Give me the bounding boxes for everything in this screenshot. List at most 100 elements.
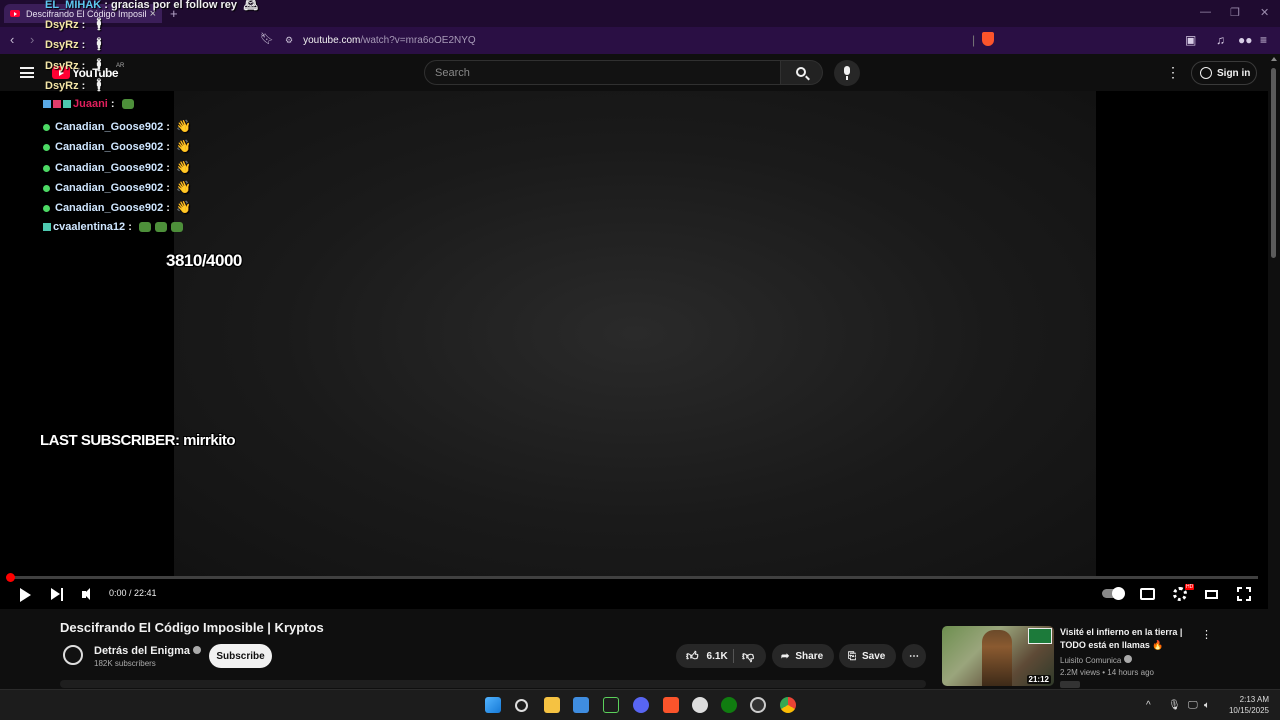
recommendation-thumbnail[interactable]: 21:12	[942, 626, 1054, 686]
frog-emote-icon	[154, 222, 167, 233]
status-dot-icon	[43, 204, 50, 212]
site-info-icon[interactable]: ⚙	[285, 35, 293, 46]
channel-name[interactable]: Detrás del Enigma	[94, 645, 201, 657]
wave-emote-icon: 👋	[176, 160, 191, 174]
settings-kebab-icon[interactable]: ⋮	[1166, 64, 1180, 81]
youtube-favicon-icon	[10, 10, 20, 17]
search-icon	[796, 67, 806, 77]
description-box[interactable]	[60, 680, 926, 688]
minimize-icon[interactable]: —	[1200, 6, 1211, 18]
chrome-icon[interactable]	[780, 697, 796, 713]
sign-in-button[interactable]: Sign in	[1191, 61, 1257, 85]
channel-avatar[interactable]	[63, 645, 83, 665]
forward-icon[interactable]: ›	[30, 32, 34, 47]
more-actions-button[interactable]: ⋯	[902, 644, 926, 668]
screen: Descifrando El Código Imposible × + — ❐ …	[0, 0, 1280, 720]
taskbar-clock[interactable]: 2:13 AM 10/15/2025	[1227, 694, 1269, 716]
theater-mode-icon[interactable]	[1205, 590, 1218, 599]
menu-icon[interactable]: ≡	[1260, 33, 1267, 47]
recommendation-title[interactable]: Visité el infierno en la tierra | TODO e…	[1060, 626, 1190, 652]
save-button[interactable]: ⎘ Save	[839, 644, 896, 668]
subscribe-button[interactable]: Subscribe	[209, 644, 272, 668]
tray-overflow-icon[interactable]: ^	[1146, 700, 1151, 711]
video-duration: 21:12	[1026, 675, 1051, 684]
recommendation-channel[interactable]: Luisito Comunica	[1060, 655, 1133, 665]
start-icon[interactable]	[485, 697, 501, 713]
dislike-icon[interactable]: 👎︎	[742, 649, 754, 664]
xbox-icon[interactable]	[721, 697, 737, 713]
chat-separator: :	[163, 141, 173, 153]
music-icon[interactable]: ♫	[1216, 33, 1225, 47]
bookmark-icon[interactable]: 🔖︎	[260, 32, 274, 45]
channel-name-text: Detrás del Enigma	[94, 645, 190, 657]
maximize-icon[interactable]: ❐	[1230, 6, 1240, 19]
captions-icon[interactable]	[1140, 588, 1155, 600]
scrubber-handle[interactable]	[6, 573, 15, 582]
url-text[interactable]: youtube.com/watch?v=mra6oOE2NYQ	[303, 35, 476, 46]
browser-toolbar: ‹ › 🔖︎ ⚙ youtube.com/watch?v=mra6oOE2NYQ…	[0, 27, 1280, 54]
recommendation-menu-icon[interactable]: ⋮	[1201, 628, 1212, 641]
file-explorer-icon[interactable]	[544, 697, 560, 713]
clock-date: 10/15/2025	[1228, 706, 1269, 715]
video-frame[interactable]	[174, 91, 1096, 576]
emote-icon: 🕰︎	[243, 0, 259, 11]
chat-row: Canadian_Goose902 : 👋	[43, 139, 191, 153]
network-icon[interactable]: 🖵︎	[1188, 700, 1198, 711]
brave-shield-icon[interactable]	[982, 32, 994, 46]
chat-badge-icon	[43, 223, 51, 232]
chat-user: Canadian_Goose902	[55, 141, 164, 153]
store-icon[interactable]	[573, 697, 589, 713]
emote-icon: 🕴︎	[91, 58, 107, 72]
search-button[interactable]	[781, 60, 823, 85]
status-dot-icon	[43, 164, 50, 172]
chat-row: Canadian_Goose902 : 👋	[43, 200, 191, 214]
more-icon: ⋯	[909, 650, 919, 662]
volume-icon[interactable]	[82, 588, 96, 601]
close-window-icon[interactable]: ✕	[1260, 6, 1269, 19]
progress-bar[interactable]	[10, 576, 1258, 579]
fullscreen-icon[interactable]	[1236, 586, 1252, 602]
account-icon	[1200, 67, 1212, 79]
next-video-icon[interactable]	[51, 588, 64, 601]
like-count[interactable]: 6.1K	[707, 651, 728, 662]
chat-badge-icon	[43, 100, 51, 109]
brave-browser-icon[interactable]	[663, 697, 679, 713]
recommendation-meta: 2.2M views • 14 hours ago	[1060, 668, 1154, 677]
steam-icon[interactable]	[692, 697, 708, 713]
chat-row: DsyRz : 🕴︎	[45, 78, 107, 92]
chat-row: DsyRz : 🕴︎	[45, 17, 107, 31]
like-icon[interactable]: 👍︎	[686, 649, 699, 664]
chat-separator: :	[163, 121, 173, 133]
obs-icon[interactable]	[750, 697, 766, 713]
autoplay-toggle[interactable]	[1102, 587, 1125, 600]
microphone-tray-icon[interactable]: 🎙︎	[1168, 700, 1181, 711]
page-scrollbar[interactable]	[1268, 54, 1280, 689]
chat-separator: :	[163, 202, 173, 214]
share-button[interactable]: ➦ Share	[772, 644, 834, 668]
chat-badge-icon	[53, 100, 61, 109]
search-input[interactable]	[425, 61, 780, 84]
url-path: /watch?v=mra6oOE2NYQ	[360, 35, 476, 46]
play-icon[interactable]	[20, 588, 31, 602]
subscriber-count: 182K subscribers	[94, 659, 156, 668]
share-icon: ➦	[781, 650, 790, 662]
reader-icon[interactable]: ▣	[1185, 33, 1196, 47]
chat-row: DsyRz : 🕴︎	[45, 58, 107, 72]
vpn-icon[interactable]: ●●	[1238, 33, 1253, 47]
hd-badge: HD	[1185, 584, 1195, 590]
back-icon[interactable]: ‹	[10, 32, 14, 47]
address-bar[interactable]: ⚙ youtube.com/watch?v=mra6oOE2NYQ	[285, 31, 1005, 50]
scrollbar-thumb[interactable]	[1271, 68, 1276, 258]
search-box	[424, 60, 781, 85]
speaker-icon[interactable]: 🔈︎	[1204, 700, 1210, 711]
overlay-last-subscriber: LAST SUBSCRIBER: mirrkito	[40, 432, 236, 449]
verified-icon	[1124, 655, 1133, 663]
chat-user: DsyRz	[45, 19, 79, 31]
chat-separator: :	[125, 221, 135, 233]
discord-icon[interactable]	[633, 697, 649, 713]
scroll-up-icon[interactable]	[1271, 57, 1277, 61]
voice-search-icon[interactable]	[834, 60, 860, 86]
terminal-icon[interactable]	[603, 697, 619, 713]
guide-menu-icon[interactable]	[20, 67, 34, 78]
taskbar-search-icon[interactable]	[515, 699, 528, 712]
